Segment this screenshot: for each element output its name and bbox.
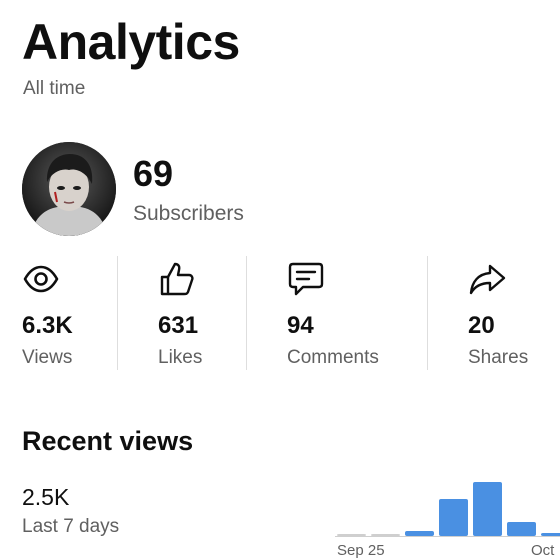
shares-label: Shares <box>468 347 529 368</box>
stat-views[interactable]: 6.3K Views <box>22 252 112 372</box>
views-value: 6.3K <box>22 312 73 339</box>
stat-shares[interactable]: 20 Shares <box>468 252 558 372</box>
recent-views-period: Last 7 days <box>22 516 120 537</box>
likes-value: 631 <box>158 312 199 339</box>
chart-bar[interactable] <box>337 534 366 536</box>
comments-value: 94 <box>287 312 314 339</box>
chart-bar[interactable] <box>541 533 560 536</box>
chart-bar[interactable] <box>405 531 434 536</box>
share-icon <box>468 260 506 298</box>
subscriber-label: Subscribers <box>133 202 244 225</box>
recent-views-chart[interactable]: Sep 25 Oct <box>335 470 560 560</box>
subscriber-count: 69 <box>133 153 174 194</box>
period-selector[interactable]: All time <box>23 78 85 100</box>
divider <box>246 256 247 370</box>
chart-bar[interactable] <box>473 482 502 536</box>
eye-icon <box>22 260 60 298</box>
chart-bar[interactable] <box>371 534 400 536</box>
comment-icon <box>287 260 325 298</box>
thumbs-up-icon <box>158 260 196 298</box>
chart-bar[interactable] <box>439 499 468 536</box>
views-label: Views <box>22 347 73 368</box>
recent-views-title: Recent views <box>22 426 194 456</box>
avatar-image <box>22 142 116 236</box>
divider <box>427 256 428 370</box>
avatar[interactable] <box>22 142 116 236</box>
chart-bar[interactable] <box>507 522 536 536</box>
divider <box>117 256 118 370</box>
recent-views-value: 2.5K <box>22 484 70 510</box>
comments-label: Comments <box>287 347 379 368</box>
page-title: Analytics <box>22 14 240 70</box>
stats-row: 6.3K Views 631 Likes 94 Comments 20 Shar… <box>0 252 560 372</box>
x-tick-label: Oct <box>531 542 555 559</box>
bar-chart: Sep 25 Oct <box>335 482 560 559</box>
stat-comments[interactable]: 94 Comments <box>287 252 397 372</box>
likes-label: Likes <box>158 347 203 368</box>
stat-likes[interactable]: 631 Likes <box>158 252 248 372</box>
shares-value: 20 <box>468 312 495 339</box>
x-tick-label: Sep 25 <box>337 542 385 559</box>
